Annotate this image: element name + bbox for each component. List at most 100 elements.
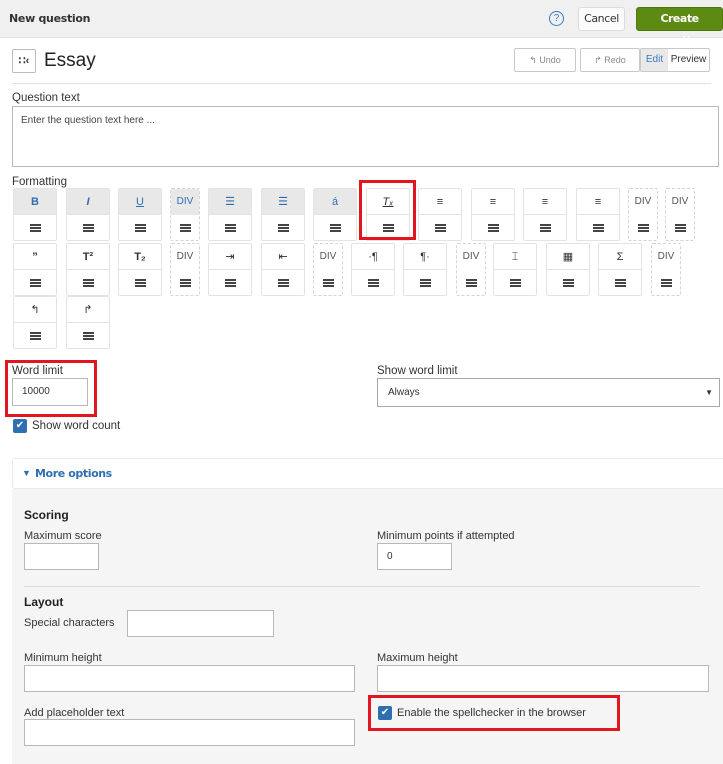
format-button-blockquote[interactable]: ”	[13, 243, 57, 296]
format-button-div[interactable]: DIV	[651, 243, 681, 296]
min-points-input[interactable]: 0	[377, 543, 452, 570]
redo-button[interactable]: ↱ Redo	[580, 48, 640, 72]
dropdown-menu-icon[interactable]	[67, 215, 109, 240]
dropdown-menu-icon[interactable]	[524, 215, 566, 240]
hamburger-icon	[487, 223, 499, 232]
dropdown-menu-icon[interactable]	[666, 215, 694, 240]
dropdown-menu-icon[interactable]	[652, 270, 680, 295]
word-limit-input[interactable]: 10000	[12, 378, 88, 406]
hamburger-icon	[592, 223, 604, 232]
format-button-align-right[interactable]: ≡	[523, 188, 567, 241]
max-height-input[interactable]	[377, 665, 709, 692]
format-button-table[interactable]: ▦	[546, 243, 590, 296]
table-icon: ▦	[547, 244, 589, 270]
tab-edit[interactable]: Edit	[641, 49, 668, 71]
format-button-special-char[interactable]: á	[313, 188, 357, 241]
format-button-div[interactable]: DIV	[456, 243, 486, 296]
format-button-redo[interactable]: ↱	[66, 296, 110, 349]
dropdown-menu-icon[interactable]	[419, 215, 461, 240]
min-height-input[interactable]	[24, 665, 355, 692]
dropdown-menu-icon[interactable]	[209, 215, 251, 240]
dropdown-menu-icon[interactable]	[171, 270, 199, 295]
format-button-undo[interactable]: ↰	[13, 296, 57, 349]
show-word-limit-select[interactable]: Always ▼	[377, 378, 720, 407]
format-button-underline[interactable]: U	[118, 188, 162, 241]
format-button-numbered-list[interactable]: ☰	[261, 188, 305, 241]
create-question-button[interactable]: Create question	[636, 7, 723, 47]
dropdown-menu-icon[interactable]	[457, 270, 485, 295]
format-button-superscript[interactable]: T²	[66, 243, 110, 296]
hamburger-icon	[674, 223, 686, 232]
format-button-math[interactable]: Σ	[598, 243, 642, 296]
hamburger-icon	[179, 278, 191, 287]
more-options-toggle[interactable]: ▼ More options	[12, 458, 723, 489]
dropdown-menu-icon[interactable]	[262, 270, 304, 295]
show-word-limit-label: Show word limit	[377, 365, 458, 377]
format-button-div[interactable]: DIV	[313, 243, 343, 296]
special-chars-input[interactable]	[127, 610, 274, 637]
dropdown-menu-icon[interactable]	[547, 270, 589, 295]
cancel-button[interactable]: Cancel	[578, 7, 625, 31]
format-button-outdent[interactable]: ⇤	[261, 243, 305, 296]
dropdown-menu-icon[interactable]	[14, 215, 56, 240]
format-button-align-left[interactable]: ≡	[418, 188, 462, 241]
spellcheck-checkbox[interactable]: ✔	[378, 706, 392, 720]
special-chars-label: Special characters	[24, 617, 115, 629]
format-button-div[interactable]: DIV	[665, 188, 695, 241]
format-button-align-center[interactable]: ≡	[471, 188, 515, 241]
dropdown-menu-icon[interactable]	[314, 270, 342, 295]
format-button-indent[interactable]: ⇥	[208, 243, 252, 296]
min-height-label: Minimum height	[24, 652, 102, 664]
format-button-justify[interactable]: ≡	[576, 188, 620, 241]
format-button-div[interactable]: DIV	[628, 188, 658, 241]
dropdown-menu-icon[interactable]	[352, 270, 394, 295]
format-button-subscript[interactable]: T₂	[118, 243, 162, 296]
question-text-input[interactable]: Enter the question text here ...	[12, 106, 719, 167]
scoring-heading: Scoring	[24, 508, 69, 522]
max-score-input[interactable]	[24, 543, 99, 570]
show-word-count-checkbox[interactable]: ✔	[13, 419, 27, 433]
dialog-title: New question	[9, 12, 91, 25]
format-button-div[interactable]: DIV	[170, 243, 200, 296]
dropdown-menu-icon[interactable]	[119, 215, 161, 240]
hamburger-icon	[82, 278, 94, 287]
format-button-rtl[interactable]: ¶·	[403, 243, 447, 296]
tab-preview[interactable]: Preview	[668, 49, 709, 71]
hamburger-icon	[82, 223, 94, 232]
div-icon: DIV	[634, 196, 652, 207]
format-button-bold[interactable]: B	[13, 188, 57, 241]
dropdown-menu-icon[interactable]	[404, 270, 446, 295]
collapse-panel-icon[interactable]: ∷‹	[12, 49, 36, 73]
format-button-bullet-list[interactable]: ☰	[208, 188, 252, 241]
dropdown-menu-icon[interactable]	[67, 270, 109, 295]
subscript-icon: T₂	[119, 244, 161, 270]
dropdown-menu-icon[interactable]	[14, 323, 56, 348]
dropdown-menu-icon[interactable]	[577, 215, 619, 240]
dropdown-menu-icon[interactable]	[119, 270, 161, 295]
layout-heading: Layout	[24, 595, 64, 609]
dropdown-menu-icon[interactable]	[14, 270, 56, 295]
hamburger-icon	[179, 223, 191, 232]
dropdown-menu-icon[interactable]	[171, 215, 199, 240]
hamburger-icon	[29, 278, 41, 287]
dropdown-menu-icon[interactable]	[67, 323, 109, 348]
dropdown-menu-icon[interactable]	[472, 215, 514, 240]
show-word-count-label: Show word count	[32, 420, 121, 432]
special-char-icon: á	[314, 189, 356, 215]
dropdown-menu-icon[interactable]	[629, 215, 657, 240]
justify-icon: ≡	[577, 189, 619, 215]
format-button-div[interactable]: DIV	[170, 188, 200, 241]
triangle-down-icon: ▼	[22, 468, 31, 478]
dropdown-menu-icon[interactable]	[209, 270, 251, 295]
hamburger-icon	[614, 278, 626, 287]
placeholder-text-input[interactable]	[24, 719, 355, 746]
help-icon[interactable]: ?	[549, 11, 564, 26]
format-button-strikethrough[interactable]: ⌶	[493, 243, 537, 296]
dropdown-menu-icon[interactable]	[262, 215, 304, 240]
format-button-ltr[interactable]: ·¶	[351, 243, 395, 296]
dropdown-menu-icon[interactable]	[494, 270, 536, 295]
dropdown-menu-icon[interactable]	[599, 270, 641, 295]
dropdown-menu-icon[interactable]	[314, 215, 356, 240]
format-button-italic[interactable]: I	[66, 188, 110, 241]
undo-button[interactable]: ↰ Undo	[514, 48, 576, 72]
